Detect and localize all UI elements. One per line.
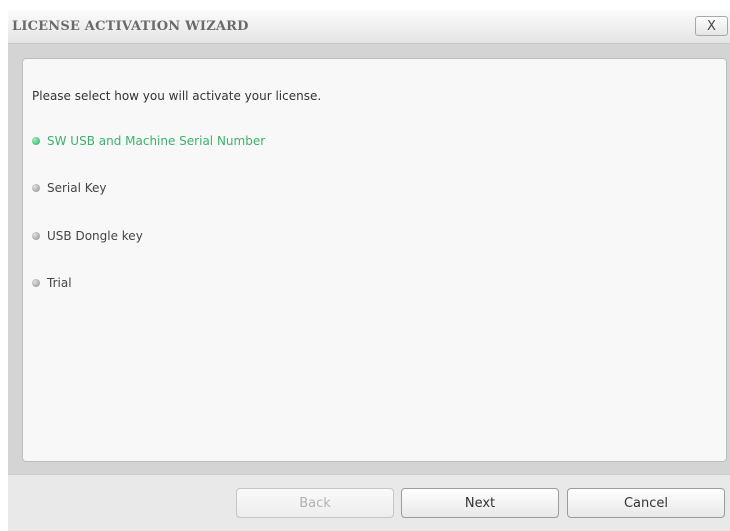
- activation-options-panel: Please select how you will activate your…: [22, 58, 727, 462]
- title-bar: LICENSE ACTIVATION WIZARD X: [8, 10, 730, 44]
- option-label: USB Dongle key: [47, 229, 143, 243]
- option-serial-key[interactable]: Serial Key: [32, 181, 107, 195]
- radio-icon[interactable]: [32, 232, 40, 240]
- option-trial[interactable]: Trial: [32, 276, 72, 290]
- button-bar: Back Next Cancel: [8, 474, 730, 531]
- option-label: Trial: [47, 276, 72, 290]
- cancel-button[interactable]: Cancel: [567, 488, 725, 518]
- radio-selected-icon[interactable]: [32, 137, 40, 145]
- instruction-text: Please select how you will activate your…: [32, 89, 322, 103]
- option-sw-usb-machine-serial[interactable]: SW USB and Machine Serial Number: [32, 134, 265, 148]
- close-button[interactable]: X: [695, 16, 728, 36]
- window-title: LICENSE ACTIVATION WIZARD: [12, 19, 249, 34]
- option-usb-dongle-key[interactable]: USB Dongle key: [32, 229, 143, 243]
- radio-icon[interactable]: [32, 184, 40, 192]
- option-label: SW USB and Machine Serial Number: [47, 134, 266, 148]
- close-icon: X: [707, 18, 716, 34]
- radio-icon[interactable]: [32, 279, 40, 287]
- next-button[interactable]: Next: [401, 488, 559, 518]
- license-activation-window: LICENSE ACTIVATION WIZARD X Please selec…: [8, 10, 730, 531]
- option-label: Serial Key: [47, 181, 107, 195]
- back-button[interactable]: Back: [236, 488, 394, 518]
